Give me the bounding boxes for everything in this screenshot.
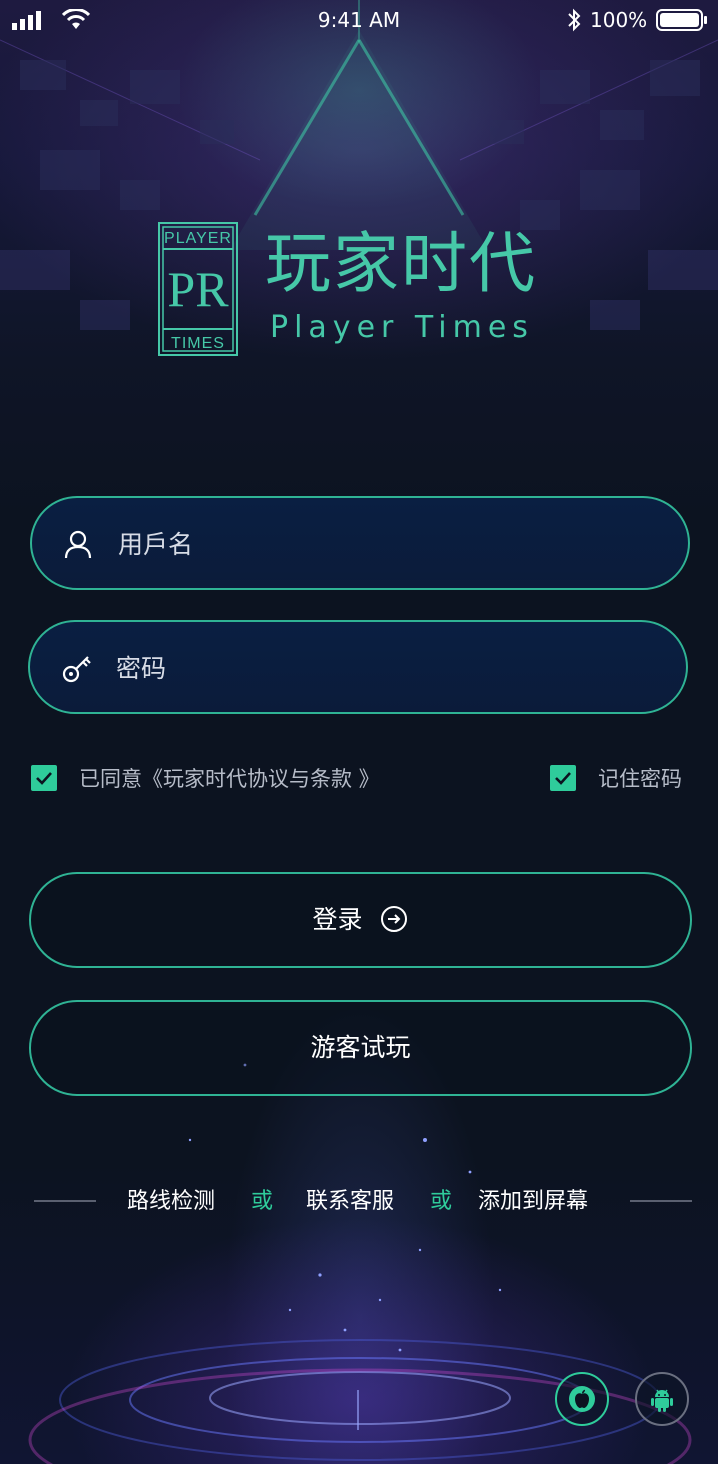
app-title: 玩家时代 [265,225,537,302]
logo-mark-text: PR [167,261,229,317]
status-bar: 9:41 AM 100% [0,0,718,40]
agree-checkbox[interactable] [31,765,57,791]
logo-top-text: PLAYER [164,230,232,247]
background [0,0,718,1464]
apple-platform-button[interactable] [555,1372,609,1426]
android-icon [651,1389,673,1412]
battery-percentage: 100% [590,8,648,32]
user-icon [64,530,92,559]
guest-play-button[interactable]: 游客试玩 [29,1000,692,1096]
brand-logo-icon: PLAYER PR TIMES [158,222,238,356]
username-input[interactable] [116,518,660,570]
android-platform-button[interactable] [635,1372,689,1426]
login-button-label: 登录 [312,905,363,934]
arrow-right-circle-icon [381,906,408,932]
remember-password-checkbox[interactable] [550,765,576,791]
apple-icon [569,1386,595,1412]
checkmark-icon [36,772,52,785]
password-field[interactable] [28,620,688,714]
battery-icon [656,9,707,31]
agree-terms-label[interactable]: 已同意《玩家时代协议与条款 》 [79,764,380,794]
separator-or: 或 [251,1189,274,1214]
route-check-link[interactable]: 路线检测 [127,1186,215,1218]
logo-bottom-text: TIMES [171,335,225,352]
divider-line-left [34,1200,96,1202]
username-field[interactable] [30,496,690,590]
login-button[interactable]: 登录 [29,872,692,968]
password-input[interactable] [114,642,658,694]
app-subtitle: Player Times [270,310,534,345]
bluetooth-icon [568,8,581,32]
contact-service-link[interactable]: 联系客服 [306,1186,394,1218]
add-to-screen-link[interactable]: 添加到屏幕 [478,1186,588,1218]
remember-password-label[interactable]: 记住密码 [598,764,682,794]
separator-or: 或 [430,1189,453,1214]
background-art [0,0,718,1464]
key-icon [62,656,91,683]
checkmark-icon [555,772,571,785]
divider-line-right [630,1200,692,1202]
guest-play-label: 游客试玩 [310,1033,411,1062]
